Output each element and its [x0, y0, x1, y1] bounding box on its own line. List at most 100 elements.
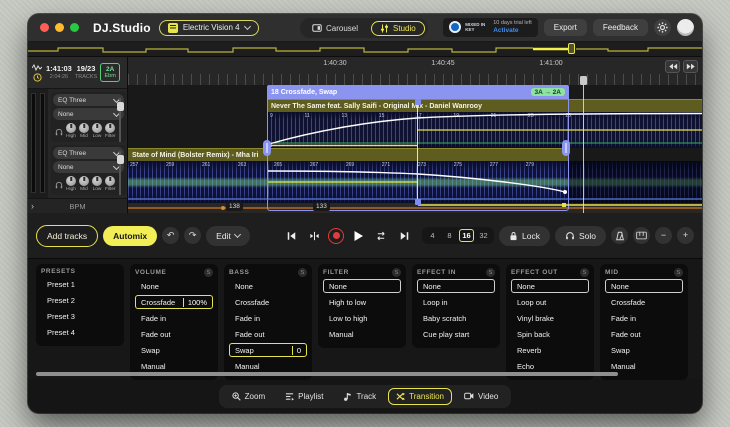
split-button[interactable] — [305, 227, 323, 245]
option-manual[interactable]: Manual — [229, 359, 307, 373]
eq-low-knob[interactable] — [92, 123, 102, 133]
eq-mid-knob[interactable] — [79, 176, 89, 186]
eq-preset-select[interactable]: None — [53, 108, 124, 120]
tab-video[interactable]: Video — [456, 388, 506, 405]
option-loop-in[interactable]: Loop in — [417, 295, 495, 309]
option-swap[interactable]: Swap0 — [229, 343, 307, 357]
option-baby-scratch[interactable]: Baby scratch — [417, 311, 495, 325]
eq-mid-knob[interactable] — [79, 123, 89, 133]
horizontal-scrollbar[interactable] — [36, 372, 618, 376]
option-high-to-low[interactable]: High to low — [323, 295, 401, 309]
option-fade-out[interactable]: Fade out — [229, 327, 307, 341]
track-title-bar[interactable]: State of Mind (Bolster Remix) - Mha Iri — [128, 148, 568, 161]
playhead-handle[interactable] — [580, 76, 587, 85]
edit-menu-button[interactable]: Edit — [206, 226, 250, 246]
eq-low-knob[interactable] — [92, 176, 102, 186]
crossfade-end-handle[interactable] — [562, 140, 570, 156]
option-none[interactable]: None — [605, 279, 683, 293]
option-reverb[interactable]: Reverb — [511, 343, 589, 357]
option-none[interactable]: None — [511, 279, 589, 293]
feedback-button[interactable]: Feedback — [593, 19, 648, 36]
option-manual[interactable]: Manual — [135, 359, 213, 373]
beat-option-4[interactable]: 4 — [425, 229, 440, 242]
rewind-button[interactable] — [665, 60, 680, 73]
option-none[interactable]: None — [135, 279, 213, 293]
minimize-window-button[interactable] — [55, 23, 64, 32]
automix-button[interactable]: Automix — [103, 226, 157, 246]
swap-point-marker[interactable] — [417, 99, 418, 205]
tab-track[interactable]: Track — [335, 388, 384, 405]
record-button[interactable] — [328, 228, 344, 244]
close-window-button[interactable] — [40, 23, 49, 32]
volume-fader[interactable] — [116, 151, 125, 195]
time-ruler[interactable]: 1:40:30 1:40:45 1:41:00 — [128, 57, 702, 86]
beat-option-32[interactable]: 32 — [476, 229, 491, 242]
zoom-out-button[interactable]: − — [655, 227, 672, 244]
eq-filter-knob[interactable] — [105, 176, 115, 186]
track-lanes[interactable]: Never The Same feat. Sally Saifi - Origi… — [128, 85, 702, 213]
option-none[interactable]: None — [417, 279, 495, 293]
zoom-window-button[interactable] — [70, 23, 79, 32]
eq-preset-select[interactable]: None — [53, 161, 124, 173]
option-loop-out[interactable]: Loop out — [511, 295, 589, 309]
volume-fader[interactable] — [116, 98, 125, 142]
option-preset-4[interactable]: Preset 4 — [41, 325, 119, 339]
option-preset-3[interactable]: Preset 3 — [41, 309, 119, 323]
option-fade-in[interactable]: Fade in — [229, 311, 307, 325]
beat-option-8[interactable]: 8 — [442, 229, 457, 242]
eq-filter-knob[interactable] — [105, 123, 115, 133]
settings-button[interactable] — [654, 19, 671, 36]
overview-playhead-handle[interactable] — [568, 43, 575, 54]
beat-option-16[interactable]: 16 — [459, 229, 474, 242]
eq-high-knob[interactable] — [66, 123, 76, 133]
eq-high-knob[interactable] — [66, 176, 76, 186]
export-button[interactable]: Export — [544, 19, 587, 36]
option-echo[interactable]: Echo — [511, 359, 589, 373]
fader-handle[interactable] — [117, 155, 124, 164]
option-fade-in[interactable]: Fade in — [135, 311, 213, 325]
activate-link[interactable]: Activate — [493, 27, 532, 35]
add-tracks-button[interactable]: Add tracks — [36, 225, 98, 247]
zoom-in-button[interactable]: + — [677, 227, 694, 244]
redo-button[interactable]: ↷ — [184, 227, 201, 244]
option-low-to-high[interactable]: Low to high — [323, 311, 401, 325]
option-fade-out[interactable]: Fade out — [135, 327, 213, 341]
option-cue-play-start[interactable]: Cue play start — [417, 327, 495, 341]
fast-forward-button[interactable] — [683, 60, 698, 73]
play-button[interactable] — [349, 227, 367, 245]
carousel-mode-button[interactable]: Carousel — [303, 21, 367, 36]
tab-zoom[interactable]: Zoom — [224, 388, 273, 405]
eq-type-select[interactable]: EQ Three — [53, 147, 124, 159]
user-avatar[interactable] — [677, 19, 694, 36]
option-manual[interactable]: Manual — [605, 359, 683, 373]
metronome-button[interactable] — [611, 227, 628, 244]
option-preset-2[interactable]: Preset 2 — [41, 293, 119, 307]
option-spin-back[interactable]: Spin back — [511, 327, 589, 341]
option-crossfade[interactable]: Crossfade — [605, 295, 683, 309]
tab-transition[interactable]: Transition — [388, 388, 452, 405]
option-value[interactable]: 100% — [183, 298, 207, 307]
option-none[interactable]: None — [323, 279, 401, 293]
option-crossfade[interactable]: Crossfade — [229, 295, 307, 309]
loop-button[interactable] — [372, 227, 390, 245]
track-title-bar[interactable]: Never The Same feat. Sally Saifi - Origi… — [267, 99, 702, 112]
skip-to-start-button[interactable] — [282, 227, 300, 245]
studio-mode-button[interactable]: Studio — [371, 21, 425, 36]
keyboard-shortcuts-button[interactable] — [633, 227, 650, 244]
crossfade-start-handle[interactable] — [263, 140, 271, 156]
mix-overview-strip[interactable] — [28, 42, 702, 57]
option-swap[interactable]: Swap — [135, 343, 213, 357]
eq-type-select[interactable]: EQ Three — [53, 94, 124, 106]
option-manual[interactable]: Manual — [323, 327, 401, 341]
crossfade-header[interactable]: 18 Crossfade, Swap 3A → 2A — [267, 85, 569, 99]
option-none[interactable]: None — [229, 279, 307, 293]
option-swap[interactable]: Swap — [605, 343, 683, 357]
option-fade-in[interactable]: Fade in — [605, 311, 683, 325]
option-crossfade[interactable]: Crossfade100% — [135, 295, 213, 309]
option-preset-1[interactable]: Preset 1 — [41, 277, 119, 291]
trial-badge[interactable]: MIXED IN KEY 10 days trial left Activate — [443, 18, 538, 36]
option-fade-out[interactable]: Fade out — [605, 327, 683, 341]
option-value[interactable]: 0 — [292, 346, 301, 355]
playlist-selector[interactable]: Electric Vision 4 — [159, 20, 259, 36]
option-vinyl-brake[interactable]: Vinyl brake — [511, 311, 589, 325]
